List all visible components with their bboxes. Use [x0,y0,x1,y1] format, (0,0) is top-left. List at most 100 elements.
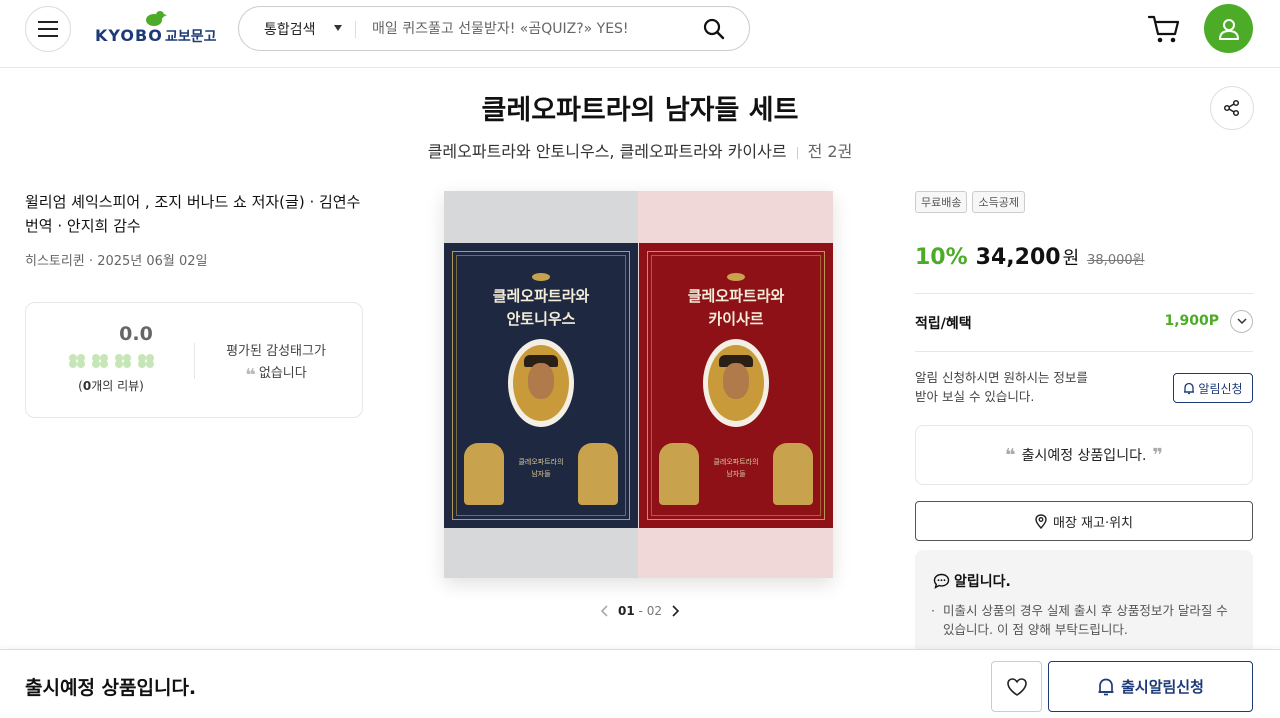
pager-indicator: 01 - 02 [618,604,662,618]
book1-series-line1: 클레오파트라의 [518,458,564,466]
clover-rating [68,353,155,369]
divider [915,293,1253,294]
product-title: 클레오파트라의 남자들 세트 [481,95,799,126]
book2-title-line2: 카이사르 [708,310,764,328]
speech-bubble-icon [933,573,950,589]
emotion-tag-line2-wrap: ❝ 없습니다 [211,363,341,387]
notice-title-text: 알립니다. [954,574,1011,590]
review-count[interactable]: (0개의 리뷰) [66,377,156,394]
book1-series-name: 클레오파트라의 남자들 [444,456,638,480]
portrait-face [723,363,749,399]
bell-icon [1098,678,1114,695]
search-category-select[interactable]: 통합검색 [264,19,316,39]
open-quote-icon: ❝ [1005,444,1016,466]
clover-icon [92,354,108,368]
price-block: 10% 34,200 원 38,000원 [915,244,1145,270]
quote-icon: ❝ [245,365,256,386]
emotion-tag-line1: 평가된 감성태그가 [226,344,326,359]
volume-count: 전 2권 [807,142,853,161]
user-button[interactable] [1204,4,1253,53]
book2-series-line2: 남자들 [726,470,746,478]
portrait-face [528,363,554,399]
publisher-date: 히스토리퀸 · 2025년 06월 02일 [25,254,208,269]
kyobo-logo[interactable]: KYOBO 교보문고 [95,9,220,49]
review-divider [194,343,195,379]
release-status-text: 출시예정 상품입니다. [1021,448,1147,464]
points-label: 적립/혜택 [915,316,972,332]
user-icon [1218,18,1239,40]
review-count-suffix: 개의 리뷰) [91,379,144,393]
bottom-action-bar: 출시예정 상품입니다. 출시알림신청 [0,649,1280,718]
close-quote-icon: ❞ [1152,444,1163,466]
book-cover-caesar: 클레오파트라와 카이사르 클레오파트라의 남자들 [639,243,833,528]
chevron-right-icon[interactable] [670,605,680,617]
chevron-left-icon[interactable] [600,605,610,617]
book1-series-line2: 남자들 [531,470,551,478]
points-value: 1,900P [1164,313,1219,329]
subtitle-divider [796,146,798,159]
location-pin-icon [1035,513,1047,529]
notify-button-label: 알림신청 [1198,381,1243,396]
notify-description: 알림 신청하시면 원하시는 정보를 받아 보실 수 있습니다. [915,368,1125,406]
logo-text-en: KYOBO [95,26,163,45]
search-input[interactable] [372,15,692,43]
search-divider [355,21,356,38]
notify-line1: 알림 신청하시면 원하시는 정보를 [915,370,1088,385]
notice-title: 알립니다. [933,571,1011,591]
book2-series-name: 클레오파트라의 남자들 [639,456,833,480]
points-expand-button[interactable] [1230,310,1253,333]
notify-request-button[interactable]: 알림신청 [1173,373,1253,403]
notify-line2: 받아 보실 수 있습니다. [915,389,1035,404]
share-button[interactable] [1210,86,1254,130]
notice-box: 알립니다. 미출시 상품의 경우 실제 출시 후 상품정보가 달라질 수 있습니… [915,550,1253,660]
clover-icon [69,354,85,368]
book1-title-line1: 클레오파트라와 [492,287,590,305]
product-cover-image[interactable]: 클레오파트라와 안토니우스 클레오파트라의 남자들 클레오파트라와 카이사르 클… [444,191,833,578]
points-benefits-row[interactable]: 적립/혜택 1,900P [915,310,1253,336]
pager-total: 02 [646,604,662,618]
book2-series-line1: 클레오파트라의 [713,458,759,466]
wishlist-button[interactable] [991,661,1042,712]
caret-down-icon[interactable] [334,25,342,31]
emotion-tags: 평가된 감성태그가 ❝ 없습니다 [211,341,341,387]
product-badges: 무료배송 소득공제 [915,191,1025,213]
logo-text-ko: 교보문고 [165,29,217,45]
bell-icon [1184,382,1195,394]
image-pager: 01 - 02 [595,602,685,620]
divider [915,351,1253,352]
bottom-status-text: 출시예정 상품입니다. [25,677,197,699]
store-button-label: 매장 재고·위치 [1052,515,1134,531]
discount-rate: 10% [915,245,968,270]
search-bar: 통합검색 [238,6,750,51]
search-icon[interactable] [703,18,725,40]
review-score: 0.0 [119,323,153,345]
release-notify-button[interactable]: 출시알림신청 [1048,661,1253,712]
emotion-tag-line2: 없습니다 [258,366,307,381]
product-subtitle: 클레오파트라와 안토니우스, 클레오파트라와 카이사르 전 2권 [0,138,1280,162]
menu-button[interactable] [25,6,71,52]
pager-current: 01 [618,604,635,618]
pager-separator: - [638,604,643,618]
chevron-down-icon [1236,318,1247,325]
free-shipping-badge: 무료배송 [915,191,968,213]
release-status-box: ❝ 출시예정 상품입니다. ❞ [915,425,1253,485]
clover-icon [115,354,131,368]
review-summary: 0.0 (0개의 리뷰) 평가된 감성태그가 ❝ 없습니다 [25,302,363,418]
share-icon [1223,99,1240,117]
author-info[interactable]: 윌리엄 셰익스피어 , 조지 버나드 쇼 저자(글) · 김연수 번역 · 안지… [25,190,365,238]
header: KYOBO 교보문고 통합검색 [0,0,1280,68]
bird-logo-icon [146,11,167,26]
currency-unit: 원 [1062,248,1080,269]
sale-price: 34,200 [975,245,1061,270]
tax-deduction-badge: 소득공제 [972,191,1025,213]
book1-title-line2: 안토니우스 [506,310,576,328]
eye-ornament-icon [532,273,550,281]
book-cover-antonius: 클레오파트라와 안토니우스 클레오파트라의 남자들 [444,243,638,528]
cart-icon[interactable] [1148,14,1180,44]
original-price: 38,000원 [1087,253,1145,268]
book1-title: 클레오파트라와 안토니우스 [444,285,638,331]
book2-title-line1: 클레오파트라와 [687,287,785,305]
subtitle-text: 클레오파트라와 안토니우스, 클레오파트라와 카이사르 [427,142,787,161]
store-stock-button[interactable]: 매장 재고·위치 [915,501,1253,541]
clover-icon [138,354,154,368]
